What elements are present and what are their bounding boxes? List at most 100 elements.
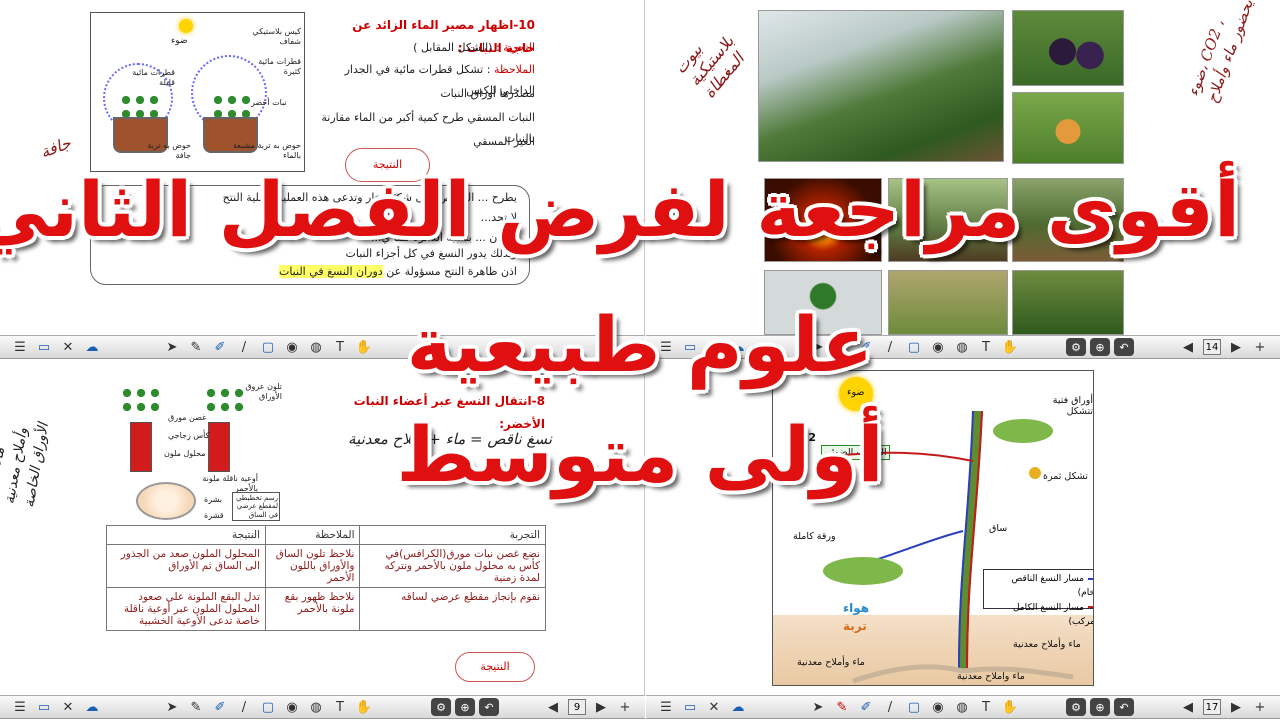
page-number[interactable]: 14	[1203, 339, 1221, 355]
page-number[interactable]: 17	[1203, 699, 1221, 715]
add-page-icon[interactable]: +	[615, 698, 635, 716]
label-xylem: أوعية ناقلة ملونة بالأحمر	[202, 474, 258, 493]
screen-icon[interactable]: ▭	[34, 698, 54, 716]
table-header: النتيجة	[106, 525, 266, 545]
line-icon[interactable]: /	[234, 698, 254, 716]
result-cloud-bottom: النتيجة	[455, 652, 535, 682]
settings-icon[interactable]: ⚙	[1066, 338, 1086, 356]
add-page-icon[interactable]: +	[1250, 338, 1270, 356]
fruit-shape	[1029, 467, 1041, 479]
prev-page-icon[interactable]: ◀	[543, 698, 563, 716]
pointer-icon[interactable]: ➤	[808, 698, 828, 716]
sap-legend: مسار النسغ الناقص (الخام) مسار النسغ الك…	[983, 569, 1094, 627]
zoom-icon[interactable]: ⊕	[1090, 338, 1110, 356]
table-cell: نلاحظ ظهور بقع ملونة بالأحمر	[264, 587, 361, 631]
add-page-icon[interactable]: +	[1250, 698, 1270, 716]
toolbar-nav-group: ⚙ ⊕ ↶ ◀ 17 ▶ +	[1064, 698, 1272, 716]
legend-elaborated-sap-label: مسار النسغ الكامل (المركب)	[1012, 602, 1093, 628]
experiment-line: التجربة : (الشكل المقابل )	[320, 38, 535, 59]
screen: ضوء كيس بلاستيكي شفاف قطرات مائية كثيرة …	[0, 0, 1280, 720]
next-page-icon[interactable]: ▶	[1226, 338, 1246, 356]
label-bark: بشرة	[204, 495, 222, 504]
shape-icon[interactable]: ▢	[258, 338, 278, 356]
label-branch: غصن مورق	[168, 413, 207, 422]
glass-left	[130, 422, 152, 472]
observation-line-3: مصدرها أوراق النبات	[440, 87, 535, 100]
menu-icon[interactable]: ☰	[10, 338, 30, 356]
next-page-icon[interactable]: ▶	[1226, 698, 1246, 716]
fill-icon[interactable]: ◍	[952, 698, 972, 716]
glass-right	[208, 422, 230, 472]
menu-icon[interactable]: ☰	[656, 698, 676, 716]
hand-icon[interactable]: ✋	[1000, 698, 1020, 716]
label-colored-solution: محلول ملون	[164, 449, 206, 458]
eraser-icon[interactable]: ◉	[928, 698, 948, 716]
legend-swatch-elaborated	[1088, 606, 1093, 609]
highlighter-icon[interactable]: ✐	[856, 698, 876, 716]
toolbar-left-group: ☰ ▭ ✕ ☁	[8, 698, 104, 716]
mature-leaf-shape	[823, 557, 903, 585]
diagram-label-green-plant: نبات أخضر	[251, 98, 287, 107]
cloud-icon[interactable]: ☁	[82, 338, 102, 356]
screen-icon[interactable]: ▭	[34, 338, 54, 356]
screen-icon[interactable]: ▭	[680, 698, 700, 716]
hand-icon[interactable]: ✋	[1000, 338, 1020, 356]
zoom-icon[interactable]: ⊕	[455, 698, 475, 716]
text-icon[interactable]: T	[330, 698, 350, 716]
legend-raw-sap-label: مسار النسغ الناقص (الخام)	[1011, 574, 1094, 599]
cloud-icon[interactable]: ☁	[728, 698, 748, 716]
observation-line-5: الغير المسقي	[473, 135, 535, 148]
legend-raw-sap: مسار النسغ الناقص (الخام)	[988, 572, 1094, 601]
toolbar-left-group: ☰ ▭ ✕ ☁	[8, 338, 104, 356]
highlighter-icon[interactable]: ✐	[210, 338, 230, 356]
pen-icon[interactable]: ✎	[186, 698, 206, 716]
legend-swatch-raw	[1088, 577, 1093, 580]
pointer-icon[interactable]: ➤	[162, 338, 182, 356]
undo-icon[interactable]: ↶	[479, 698, 499, 716]
fill-icon[interactable]: ◍	[306, 698, 326, 716]
prev-page-icon[interactable]: ◀	[1178, 698, 1198, 716]
cloud-icon[interactable]: ☁	[82, 698, 102, 716]
toolbar-bottom-left: ☰ ▭ ✕ ☁ ➤ ✎ ✐ / ▢ ◉ ◍ T ✋ ⚙ ⊕ ↶ ◀ 9 ▶ +	[0, 695, 645, 719]
highlighter-icon[interactable]: ✐	[210, 698, 230, 716]
legend-elaborated-sap: مسار النسغ الكامل (المركب)	[988, 601, 1093, 630]
pen-icon[interactable]: ✎	[832, 698, 852, 716]
settings-icon[interactable]: ⚙	[1066, 698, 1086, 716]
eggplant-photo	[1012, 10, 1124, 86]
conclusion-final-text: اذن ظاهرة النتح مسؤولة عن	[382, 265, 517, 278]
pen-icon[interactable]: ✎	[186, 338, 206, 356]
transpiration-diagram: ضوء كيس بلاستيكي شفاف قطرات مائية كثيرة …	[90, 12, 305, 172]
pointer-icon[interactable]: ➤	[162, 698, 182, 716]
shape-icon[interactable]: ▢	[258, 698, 278, 716]
undo-icon[interactable]: ↶	[1114, 338, 1134, 356]
line-icon[interactable]: /	[234, 338, 254, 356]
tools-icon[interactable]: ✕	[58, 338, 78, 356]
prev-page-icon[interactable]: ◀	[1178, 338, 1198, 356]
settings-icon[interactable]: ⚙	[431, 698, 451, 716]
shape-icon[interactable]: ▢	[904, 698, 924, 716]
zoom-icon[interactable]: ⊕	[1090, 698, 1110, 716]
diagram-label-drops-many: قطرات مائية كثيرة	[258, 57, 301, 76]
menu-icon[interactable]: ☰	[10, 698, 30, 716]
hand-icon[interactable]: ✋	[354, 698, 374, 716]
table-row: نضع غصن نبات مورق(الكرافس)في كأس به محلو…	[106, 544, 546, 588]
table-cell: نضع غصن نبات مورق(الكرافس)في كأس به محلو…	[359, 544, 546, 588]
branch-left	[120, 386, 160, 416]
text-icon[interactable]: T	[976, 698, 996, 716]
headline-line-1: أقوى مراجعة لفرض الفصل الثاني	[0, 165, 1240, 254]
tools-icon[interactable]: ✕	[58, 698, 78, 716]
table-cell: تدل البقع الملونة على صعود المحلول الملو…	[106, 587, 266, 631]
sun-icon	[179, 19, 193, 33]
undo-icon[interactable]: ↶	[1114, 698, 1134, 716]
table-header: التجربة	[359, 525, 546, 545]
experiment-label: التجربة	[503, 41, 535, 54]
young-leaf-shape	[993, 419, 1053, 443]
table-header: الملاحظة	[264, 525, 361, 545]
line-icon[interactable]: /	[880, 698, 900, 716]
plant-photo	[1012, 270, 1124, 335]
next-page-icon[interactable]: ▶	[591, 698, 611, 716]
page-number[interactable]: 9	[568, 699, 586, 715]
tools-icon[interactable]: ✕	[704, 698, 724, 716]
fruit-photo	[1012, 92, 1124, 164]
eraser-icon[interactable]: ◉	[282, 698, 302, 716]
